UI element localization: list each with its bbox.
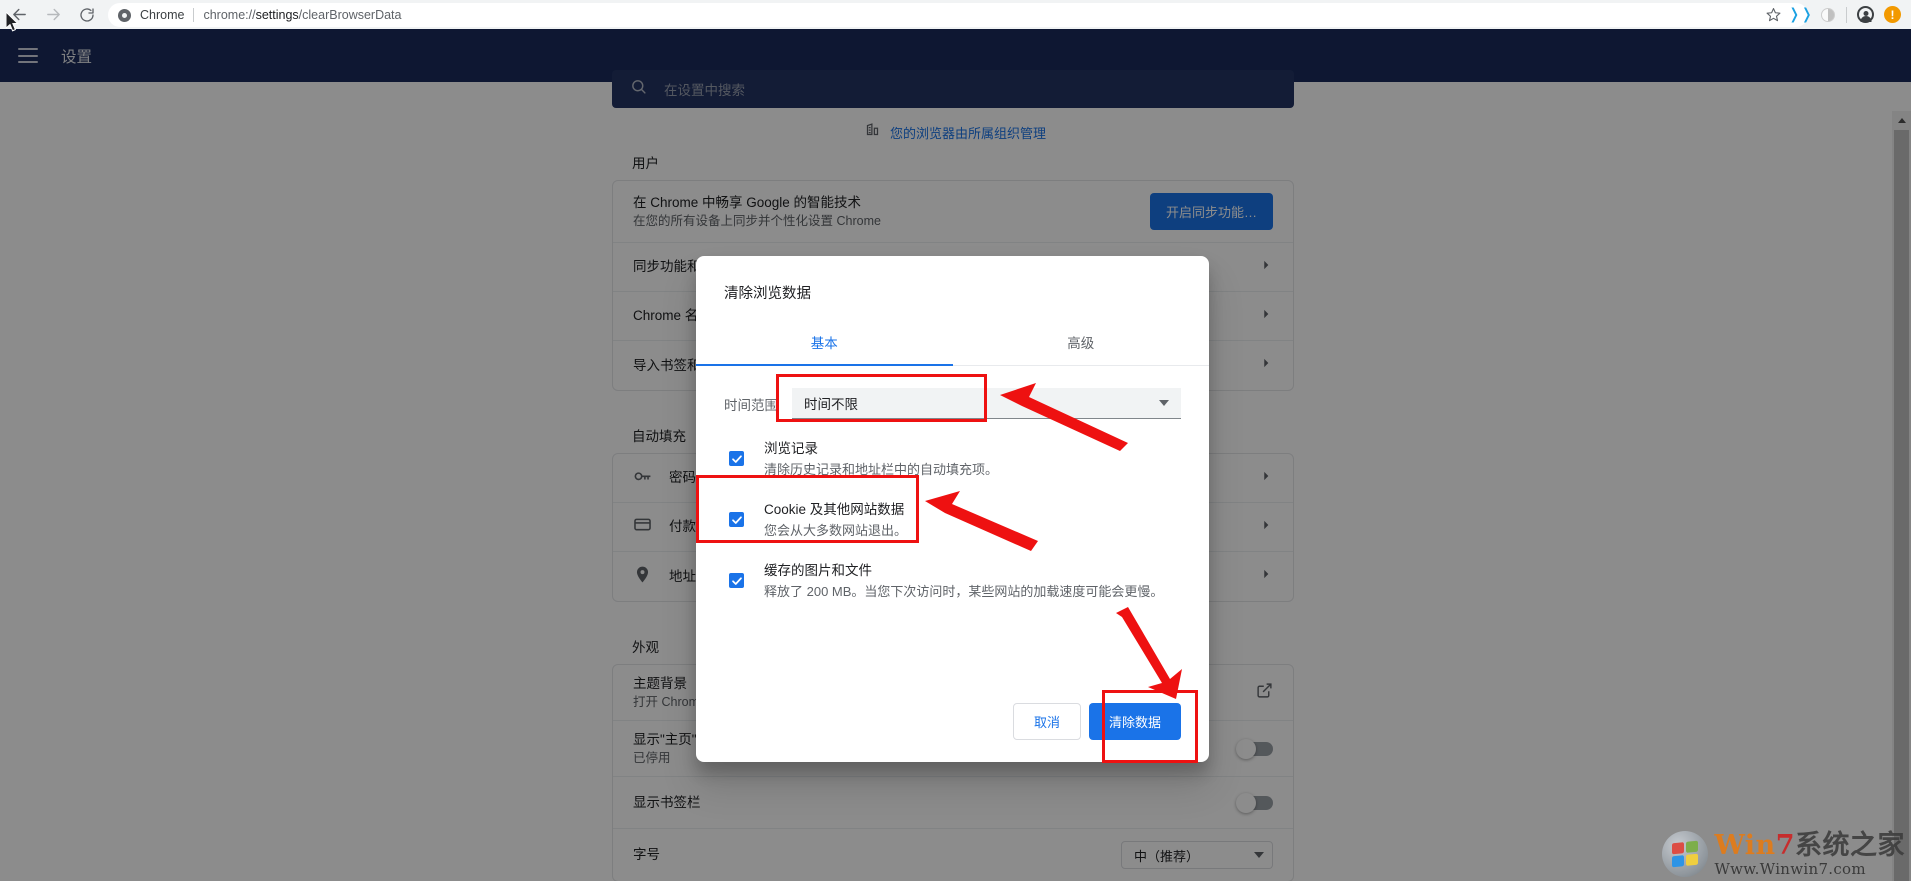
dialog-tabs: 基本 高级 bbox=[696, 322, 1209, 366]
time-range-value: 时间不限 bbox=[804, 397, 858, 412]
extension-grey-icon[interactable] bbox=[1815, 2, 1840, 27]
omnibox-url: chrome://settings/clearBrowserData bbox=[203, 8, 402, 22]
reload-button[interactable] bbox=[70, 0, 104, 29]
star-icon[interactable] bbox=[1761, 2, 1786, 27]
omnibox-site-label: Chrome bbox=[140, 8, 185, 22]
forward-button[interactable] bbox=[36, 0, 70, 29]
tab-advanced[interactable]: 高级 bbox=[953, 322, 1210, 365]
checkbox-cookies[interactable] bbox=[729, 512, 744, 528]
extension-icon[interactable]: ❭❭ bbox=[1788, 2, 1813, 27]
checkbox-title: Cookie 及其他网站数据 bbox=[764, 502, 905, 518]
checkbox-title: 浏览记录 bbox=[764, 441, 818, 456]
dialog-body: 时间范围 时间不限 浏览记录 清除历史记录和地址栏中的自动填充项。 Cookie… bbox=[696, 388, 1209, 602]
browser-toolbar: Chrome chrome://settings/clearBrowserDat… bbox=[0, 0, 1911, 29]
profile-avatar-icon[interactable] bbox=[1853, 2, 1878, 27]
checkbox-title: 缓存的图片和文件 bbox=[764, 563, 872, 579]
dialog-title: 清除浏览数据 bbox=[724, 286, 811, 302]
watermark-line1: Win7系统之家 bbox=[1714, 829, 1905, 861]
checkbox-row-cookies[interactable]: Cookie 及其他网站数据 您会从大多数网站退出。 bbox=[724, 500, 1181, 541]
checkbox-subtitle: 您会从大多数网站退出。 bbox=[764, 522, 908, 538]
time-range-label: 时间范围 bbox=[724, 397, 778, 413]
clear-data-button[interactable]: 清除数据 bbox=[1088, 703, 1181, 740]
watermark-text: Win7系统之家 Www.Winwin7.com bbox=[1714, 832, 1905, 877]
toolbar-divider bbox=[1846, 6, 1847, 23]
clear-browsing-data-dialog: 清除浏览数据 基本 高级 时间范围 时间不限 浏览记录 清除历史记录和地址栏中的… bbox=[696, 256, 1209, 762]
windows-logo-icon bbox=[1662, 831, 1709, 877]
address-bar[interactable]: Chrome chrome://settings/clearBrowserDat… bbox=[108, 3, 1808, 27]
checkbox-cache[interactable] bbox=[729, 573, 744, 589]
checkbox-history[interactable] bbox=[729, 451, 744, 466]
tab-basic[interactable]: 基本 bbox=[696, 322, 953, 365]
watermark-line2: Www.Winwin7.com bbox=[1714, 859, 1866, 878]
checkbox-row-history[interactable]: 浏览记录 清除历史记录和地址栏中的自动填充项。 bbox=[724, 439, 1181, 480]
dialog-actions: 取消 清除数据 bbox=[1012, 703, 1181, 740]
back-button[interactable] bbox=[2, 0, 36, 29]
toolbar-right-icons: ❭❭ ! bbox=[1761, 0, 1905, 29]
cancel-button[interactable]: 取消 bbox=[1012, 703, 1081, 740]
alert-icon[interactable]: ! bbox=[1880, 2, 1905, 27]
settings-page: 设置 在设置中搜索 您的浏览器由所属组织管理 用户 在 Chrome 中畅享 G… bbox=[0, 29, 1911, 881]
checkbox-subtitle: 释放了 200 MB。当您下次访问时，某些网站的加载速度可能会更慢。 bbox=[764, 584, 1164, 600]
checkbox-subtitle: 清除历史记录和地址栏中的自动填充项。 bbox=[764, 461, 999, 477]
watermark: Win7系统之家 Www.Winwin7.com bbox=[1662, 831, 1905, 877]
active-tab-indicator bbox=[696, 363, 953, 366]
time-range-row: 时间范围 时间不限 bbox=[724, 388, 1181, 419]
chevron-down-icon bbox=[1159, 400, 1169, 406]
chrome-logo-icon bbox=[118, 8, 131, 22]
time-range-select[interactable]: 时间不限 bbox=[792, 388, 1181, 419]
omnibox-divider bbox=[193, 8, 195, 22]
checkbox-row-cache[interactable]: 缓存的图片和文件 释放了 200 MB。当您下次访问时，某些网站的加载速度可能会… bbox=[724, 561, 1181, 602]
